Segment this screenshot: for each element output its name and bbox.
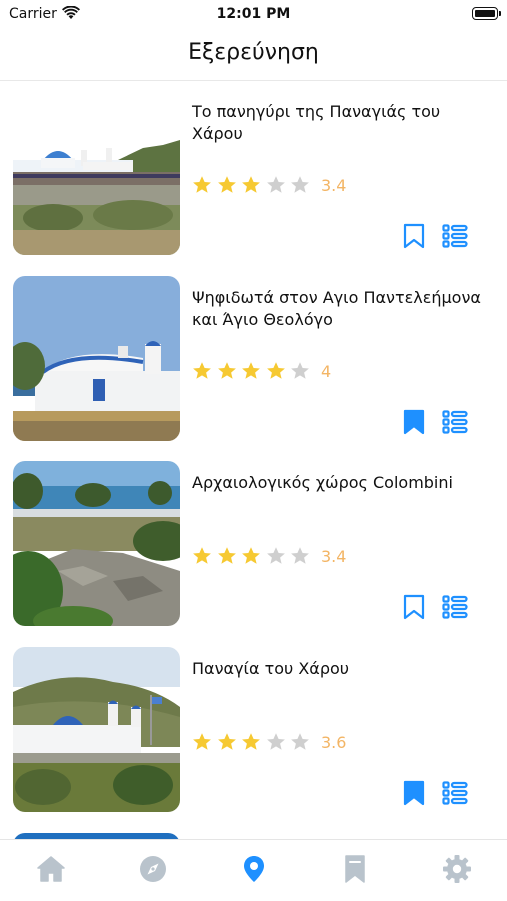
star-icon <box>192 732 212 752</box>
star-icon <box>192 175 212 195</box>
list-icon[interactable] <box>442 595 468 619</box>
rating-stars: 3.6 <box>192 732 346 752</box>
star-icon <box>241 546 261 566</box>
bookmark-icon[interactable] <box>403 780 425 806</box>
rating-stars: 4 <box>192 361 331 381</box>
list-item[interactable]: Παναγία του Χάρου 3.6 <box>0 638 507 823</box>
status-bar: Carrier 12:01 PM <box>0 0 507 28</box>
page-title: Εξερεύνηση <box>188 40 319 65</box>
star-icon <box>192 361 212 381</box>
star-icon <box>290 361 310 381</box>
battery-icon <box>472 7 501 20</box>
star-icon <box>241 175 261 195</box>
place-photo[interactable] <box>13 276 180 441</box>
place-photo[interactable] <box>13 461 180 626</box>
star-icon <box>266 732 286 752</box>
star-icon <box>266 175 286 195</box>
compass-icon <box>138 856 168 888</box>
star-icon <box>241 361 261 381</box>
bookmark-icon[interactable] <box>403 594 425 620</box>
star-icon <box>241 732 261 752</box>
star-icon <box>217 546 237 566</box>
home-icon <box>36 856 66 888</box>
star-icon <box>192 546 212 566</box>
bookmark-icon[interactable] <box>403 409 425 435</box>
bookmark-icon[interactable] <box>403 223 425 249</box>
bookmark-icon <box>340 855 370 888</box>
list-item[interactable]: Αρχαιολογικός χώρος Colombini 3.4 <box>0 452 507 637</box>
tab-explore[interactable] <box>138 854 168 884</box>
rating-value: 3.6 <box>320 732 347 752</box>
place-title[interactable]: Παναγία του Χάρου <box>192 658 482 680</box>
rating-value: 3.4 <box>320 175 347 195</box>
star-icon <box>266 546 286 566</box>
place-photo[interactable] <box>13 647 180 812</box>
star-icon <box>217 732 237 752</box>
list-icon[interactable] <box>442 410 468 434</box>
rating-value: 3.4 <box>320 546 347 566</box>
rating-value: 4 <box>320 361 332 381</box>
tab-bar <box>0 839 507 901</box>
place-title[interactable]: Το πανηγύρι της Παναγιάς του Χάρου <box>192 101 482 145</box>
tab-map[interactable] <box>239 854 269 884</box>
star-icon <box>217 175 237 195</box>
rating-stars: 3.4 <box>192 546 346 566</box>
rating-stars: 3.4 <box>192 175 346 195</box>
place-photo[interactable] <box>13 90 180 255</box>
gear-icon <box>442 855 472 888</box>
tab-settings[interactable] <box>442 854 472 884</box>
tab-bookmarks[interactable] <box>340 854 370 884</box>
places-list[interactable]: Το πανηγύρι της Παναγιάς του Χάρου 3.4 Ψ… <box>0 81 507 839</box>
star-icon <box>266 361 286 381</box>
list-icon[interactable] <box>442 781 468 805</box>
location-pin-icon <box>239 856 269 888</box>
place-title[interactable]: Αρχαιολογικός χώρος Colombini <box>192 472 482 494</box>
tab-home[interactable] <box>36 854 66 884</box>
clock: 12:01 PM <box>216 6 291 22</box>
star-icon <box>290 546 310 566</box>
star-icon <box>290 175 310 195</box>
list-item[interactable]: Ψηφιδωτά στον Αγιο Παντελεήμονα και Άγιο… <box>0 267 507 452</box>
navigation-bar: Εξερεύνηση <box>0 28 507 81</box>
star-icon <box>290 732 310 752</box>
list-item[interactable]: Το πανηγύρι της Παναγιάς του Χάρου 3.4 <box>0 81 507 266</box>
place-title[interactable]: Ψηφιδωτά στον Αγιο Παντελεήμονα και Άγιο… <box>192 287 482 331</box>
list-icon[interactable] <box>442 224 468 248</box>
star-icon <box>217 361 237 381</box>
